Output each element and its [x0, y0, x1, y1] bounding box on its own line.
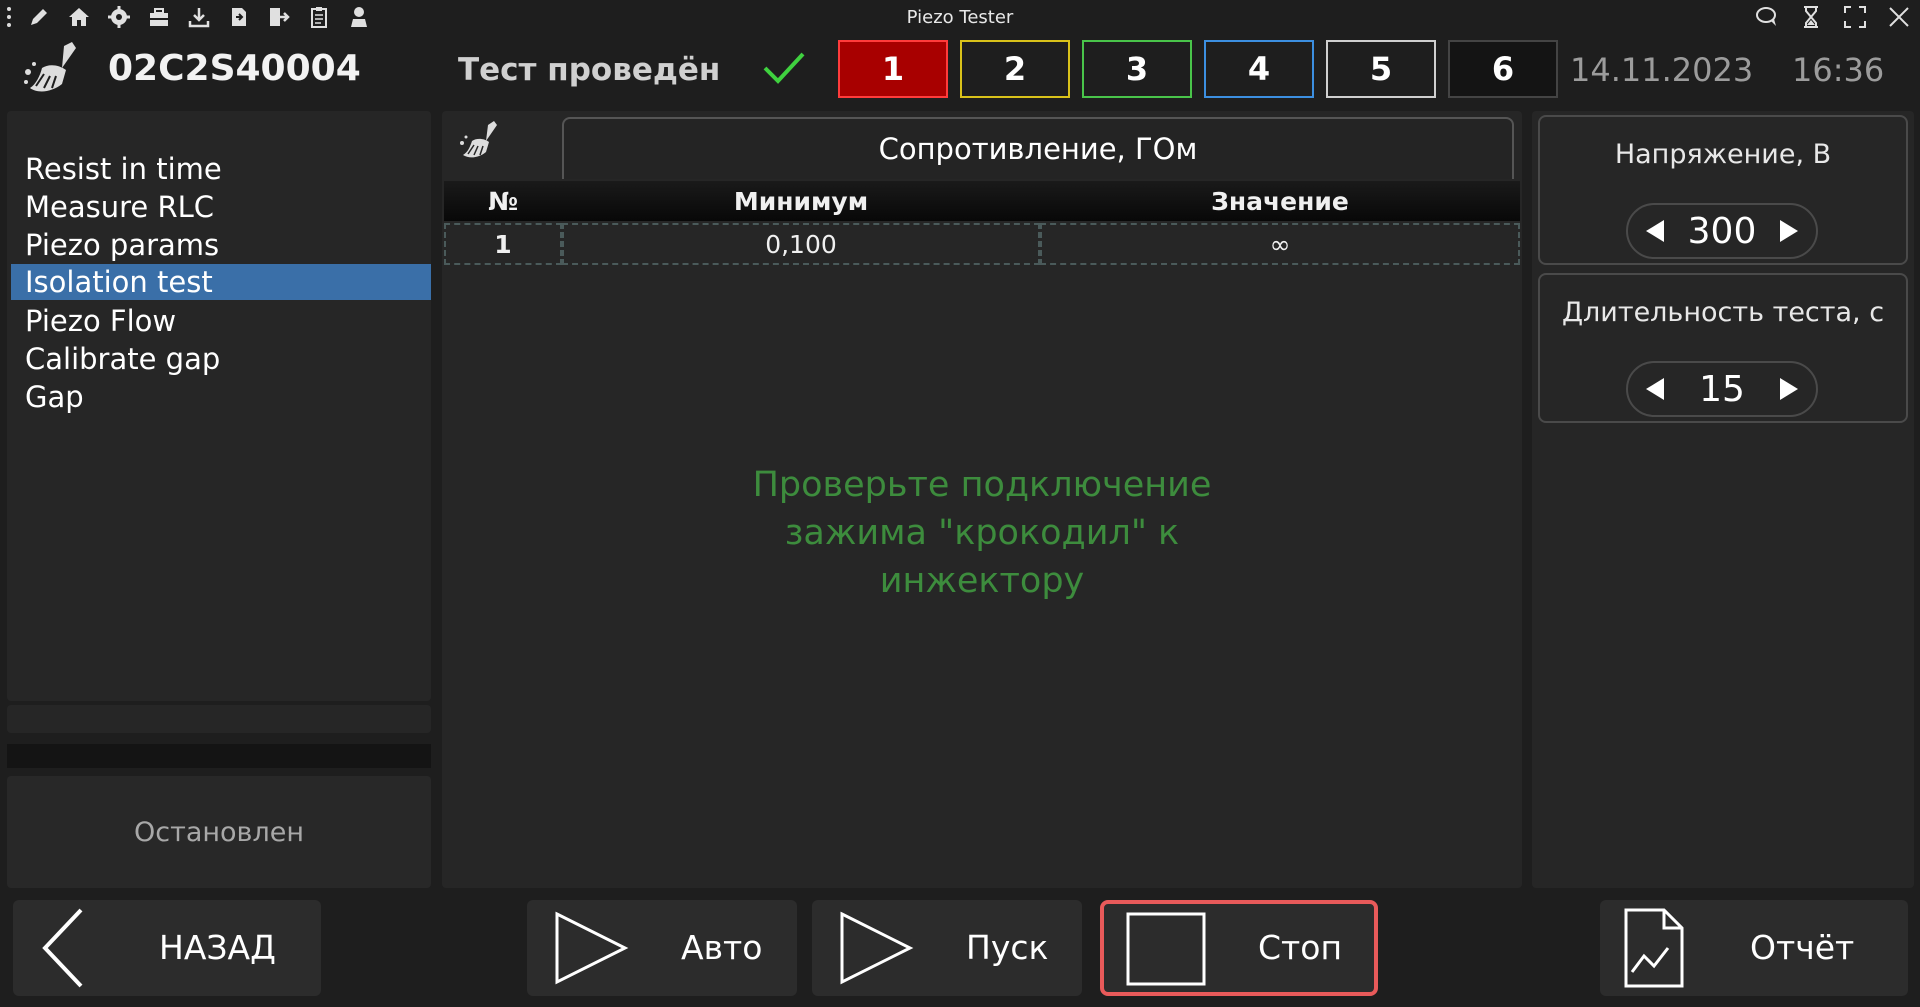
channel-4-button[interactable]: 4	[1204, 40, 1314, 98]
stop-button[interactable]: Стоп	[1100, 900, 1378, 996]
header: 02C2S40004 Тест проведён 1 2 3 4 5 6 14.…	[0, 34, 1920, 100]
time: 16:36	[1792, 51, 1885, 89]
channel-2-button[interactable]: 2	[960, 40, 1070, 98]
start-button[interactable]: Пуск	[812, 900, 1082, 996]
title-bar: Piezo Tester	[0, 0, 1920, 34]
channel-5-button[interactable]: 5	[1326, 40, 1436, 98]
voltage-setting: Напряжение, В 300	[1538, 115, 1908, 265]
test-list: Resist in time Measure RLC Piezo params …	[7, 111, 431, 701]
test-list-item-selected[interactable]: Isolation test	[11, 264, 431, 300]
close-icon[interactable]	[1884, 3, 1914, 31]
instruction-line: Проверьте подключение	[752, 465, 1212, 505]
progress-strip	[7, 744, 431, 768]
back-button[interactable]: НАЗАД	[13, 900, 321, 996]
stop-icon	[1126, 908, 1206, 988]
fullscreen-icon[interactable]	[1840, 3, 1870, 31]
column-header-number: №	[487, 186, 519, 216]
date: 14.11.2023	[1570, 51, 1754, 89]
test-list-item[interactable]: Gap	[11, 379, 431, 415]
decrement-arrow-icon[interactable]	[1642, 217, 1670, 245]
back-label: НАЗАД	[159, 928, 276, 967]
test-list-item[interactable]: Calibrate gap	[11, 341, 431, 377]
report-label: Отчёт	[1750, 928, 1855, 967]
window-controls	[1752, 3, 1914, 31]
settings-panel: Напряжение, В 300 Длительность теста, с …	[1532, 111, 1914, 888]
duration-label: Длительность теста, с	[1561, 297, 1885, 328]
check-icon	[762, 50, 806, 86]
test-list-item[interactable]: Piezo params	[11, 227, 431, 263]
section-title: Сопротивление, ГОм	[562, 117, 1514, 179]
duration-stepper: 15	[1626, 361, 1818, 417]
broom-logo-icon	[22, 42, 88, 98]
injector-serial: 02C2S40004	[108, 48, 361, 89]
play-icon	[553, 908, 633, 988]
voltage-label: Напряжение, В	[1614, 139, 1832, 170]
column-header-minimum: Минимум	[733, 186, 869, 216]
voltage-stepper: 300	[1626, 203, 1818, 259]
voltage-value: 300	[1687, 210, 1757, 252]
chevron-left-icon	[35, 908, 115, 988]
increment-arrow-icon[interactable]	[1774, 375, 1802, 403]
auto-button[interactable]: Авто	[527, 900, 797, 996]
channel-selector: 1 2 3 4 5 6	[838, 40, 1558, 98]
info-strip	[7, 705, 431, 733]
decrement-arrow-icon[interactable]	[1642, 375, 1670, 403]
instruction-line: инжектору	[879, 561, 1085, 601]
play-icon	[838, 908, 918, 988]
table-header: № Минимум Значение	[444, 181, 1520, 221]
broom-icon	[458, 121, 504, 163]
test-list-item[interactable]: Piezo Flow	[11, 303, 431, 339]
report-button[interactable]: Отчёт	[1600, 900, 1908, 996]
chat-icon[interactable]	[1752, 3, 1782, 31]
channel-6-button[interactable]: 6	[1448, 40, 1558, 98]
results-panel: Сопротивление, ГОм № Минимум Значение 1 …	[442, 111, 1522, 888]
column-header-value: Значение	[1211, 186, 1349, 216]
channel-3-button[interactable]: 3	[1082, 40, 1192, 98]
stop-label: Стоп	[1258, 928, 1343, 967]
run-state: Остановлен	[7, 776, 431, 888]
test-list-item[interactable]: Measure RLC	[11, 189, 431, 225]
instruction-line: зажима "крокодил" к	[784, 513, 1180, 553]
table-row[interactable]: 1 0,100 ∞	[444, 223, 1520, 265]
instruction-message: Проверьте подключение зажима "крокодил" …	[442, 461, 1522, 605]
channel-1-button[interactable]: 1	[838, 40, 948, 98]
duration-setting: Длительность теста, с 15	[1538, 273, 1908, 423]
hourglass-icon[interactable]	[1796, 3, 1826, 31]
test-status: Тест проведён	[458, 52, 721, 88]
duration-value: 15	[1699, 368, 1745, 410]
test-list-item[interactable]: Resist in time	[11, 151, 431, 187]
cell-number: 1	[444, 223, 562, 265]
cell-minimum: 0,100	[562, 223, 1040, 265]
report-chart-icon	[1620, 908, 1700, 988]
app-title: Piezo Tester	[906, 7, 1014, 28]
increment-arrow-icon[interactable]	[1774, 217, 1802, 245]
auto-label: Авто	[681, 928, 763, 967]
cell-value: ∞	[1040, 223, 1520, 265]
start-label: Пуск	[966, 928, 1049, 967]
